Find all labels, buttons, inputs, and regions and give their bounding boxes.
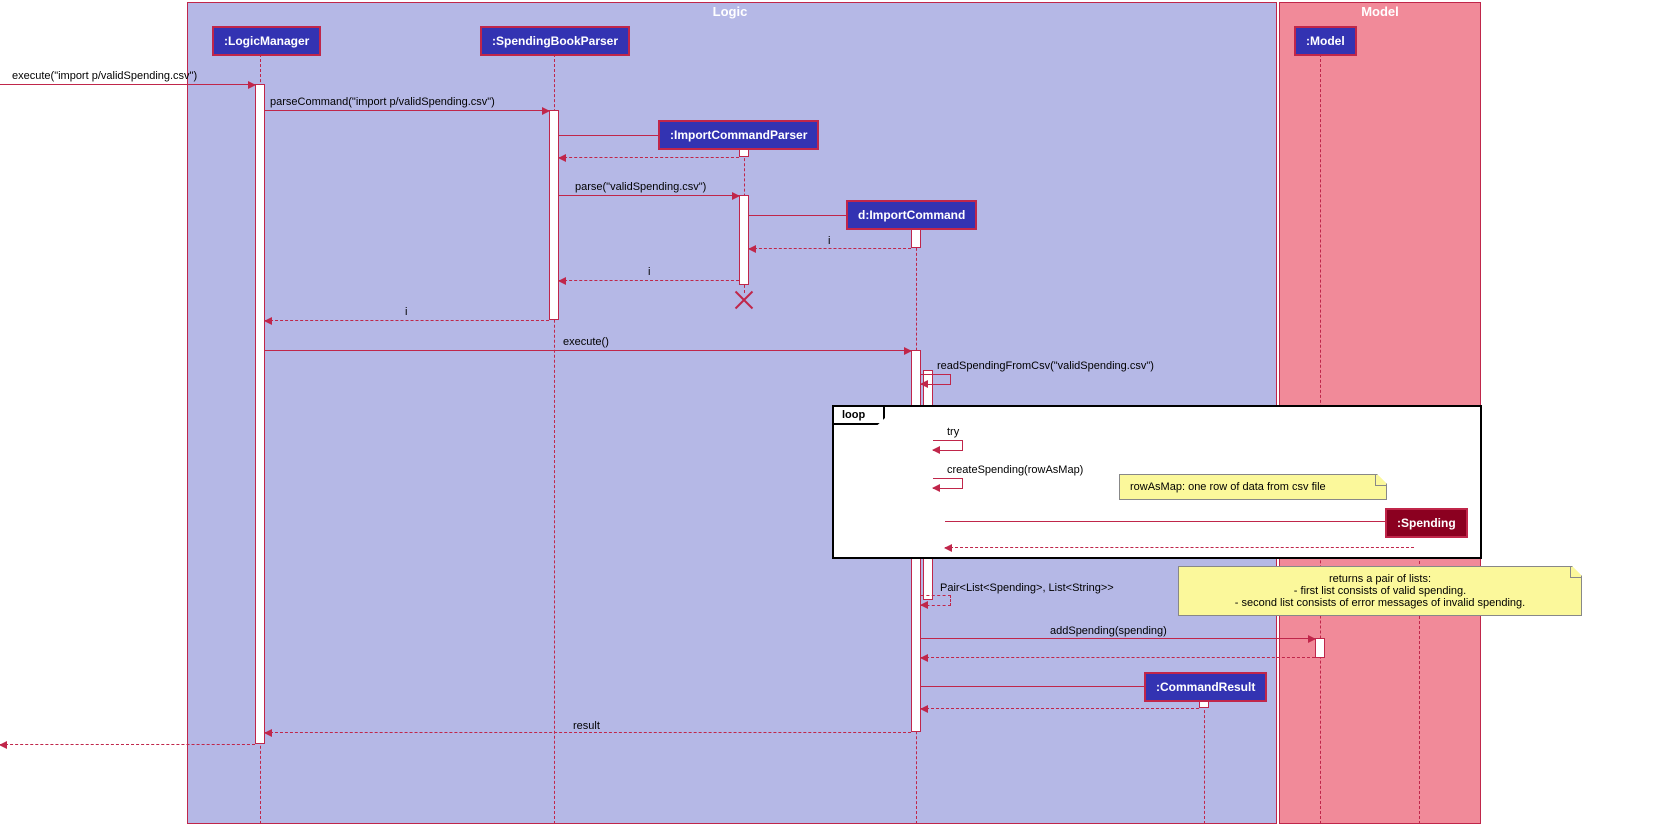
arrow-to-spending xyxy=(945,521,1414,522)
msg-execute2: execute() xyxy=(563,336,609,348)
arrow-from-spending xyxy=(945,547,1414,548)
arrow-execute1 xyxy=(0,84,255,85)
note-pair-return-line3szlig: - second list consists of error messages… xyxy=(1235,597,1525,609)
arrow-execute2 xyxy=(265,350,911,351)
spending-participant: :Spending xyxy=(1385,508,1468,538)
arrow-i3 xyxy=(265,320,549,321)
self-read-csv xyxy=(921,374,951,385)
logic-manager-activation xyxy=(255,84,265,744)
self-pair-return xyxy=(921,595,951,606)
note-pair-return-line2: - first list consists of valid spending. xyxy=(1294,585,1466,597)
logic-title: Logic xyxy=(700,4,760,19)
arrow-add-spending xyxy=(921,638,1315,639)
msg-i1: i xyxy=(828,235,830,247)
logic-manager-participant: :LogicManager xyxy=(212,26,321,56)
command-result-participant: :CommandResult xyxy=(1144,672,1267,702)
note-pair-return: returns a pair of lists: - first list co… xyxy=(1178,566,1582,616)
msg-pair-return: Pair<List<Spending>, List<String>> xyxy=(940,582,1114,594)
import-command-parser-activation2 xyxy=(739,195,749,285)
arrow-parse-command xyxy=(265,110,549,111)
command-result-lifeline xyxy=(1204,700,1205,824)
msg-try: try xyxy=(947,426,959,438)
model-title: Model xyxy=(1350,4,1410,19)
model-activation xyxy=(1315,638,1325,658)
import-command-parser-participant: :ImportCommandParser xyxy=(658,120,819,150)
arrow-from-command-result xyxy=(921,708,1199,709)
self-create-spending xyxy=(933,478,963,489)
arrow-result xyxy=(265,732,911,733)
msg-create-spending: createSpending(rowAsMap) xyxy=(947,464,1083,476)
msg-add-spending: addSpending(spending) xyxy=(1050,625,1167,637)
msg-parse-command: parseCommand("import p/validSpending.csv… xyxy=(270,96,495,108)
msg-i3: i xyxy=(405,306,407,318)
self-try xyxy=(933,440,963,451)
note-pair-return-line1: returns a pair of lists: xyxy=(1329,573,1431,585)
spending-book-parser-participant: :SpendingBookParser xyxy=(480,26,630,56)
note-row-as-map: rowAsMap: one row of data from csv file xyxy=(1119,474,1387,500)
spending-book-parser-activation xyxy=(549,110,559,320)
loop-tag: loop xyxy=(834,407,885,425)
msg-execute1: execute("import p/validSpending.csv") xyxy=(12,70,197,82)
msg-parse: parse("validSpending.csv") xyxy=(575,181,706,193)
arrow-i1 xyxy=(749,248,911,249)
msg-read-csv: readSpendingFromCsv("validSpending.csv") xyxy=(937,360,1154,372)
arrow-add-spending-return xyxy=(921,657,1315,658)
import-command-participant: d:ImportCommand xyxy=(846,200,977,230)
arrow-from-import-parser xyxy=(559,157,739,158)
arrow-parse xyxy=(559,195,739,196)
model-participant: :Model xyxy=(1294,26,1357,56)
msg-i2: i xyxy=(648,266,650,278)
msg-result: result xyxy=(573,720,600,732)
import-parser-destroy xyxy=(734,290,754,310)
arrow-final-return xyxy=(0,744,255,745)
arrow-i2 xyxy=(559,280,739,281)
